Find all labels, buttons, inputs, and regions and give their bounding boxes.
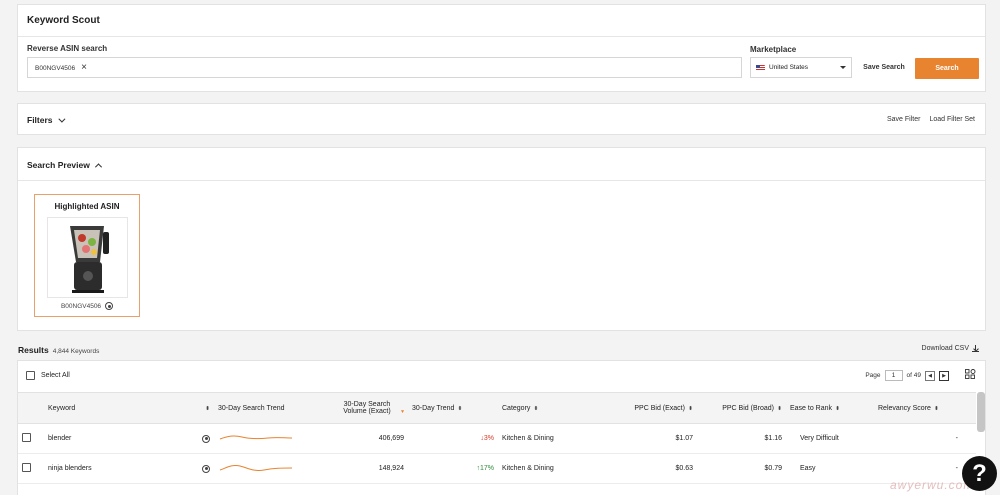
search-button[interactable]: Search xyxy=(915,58,979,79)
keyword-scout-panel: Keyword Scout Reverse ASIN search B00NGV… xyxy=(17,4,986,92)
marketplace-value: United States xyxy=(769,64,809,71)
chevron-down-icon xyxy=(57,115,65,123)
divider xyxy=(18,180,985,181)
sort-icon[interactable]: ⬍ xyxy=(688,405,693,411)
download-icon xyxy=(972,345,979,352)
col-search-volume[interactable]: 30-Day Search Volume (Exact) ▾ xyxy=(312,392,408,424)
filters-panel: Filters Save Filter Load Filter Set xyxy=(17,103,986,135)
marketplace-label: Marketplace xyxy=(750,45,797,54)
search-preview-panel: Search Preview Highlighted ASIN B00NGV45… xyxy=(17,147,986,331)
asin-chip-label: B00NGV4506 xyxy=(35,64,76,72)
results-header: Results 4,844 Keywords xyxy=(18,345,99,355)
ppc-exact-cell: $0.63 xyxy=(606,453,697,484)
blender-image xyxy=(70,226,109,293)
table-row[interactable]: ninja blenders 148,924 ↑17% Kitchen & Di… xyxy=(18,453,976,484)
divider xyxy=(18,36,985,37)
page-label: Page xyxy=(865,372,881,379)
trend-sparkline xyxy=(219,434,293,439)
user-icon xyxy=(105,302,114,310)
sort-icon[interactable]: ⬍ xyxy=(457,405,462,411)
sort-icon[interactable]: ⬍ xyxy=(835,405,840,411)
download-csv-label: Download CSV xyxy=(921,345,969,352)
save-search-button[interactable]: Save Search xyxy=(856,57,912,78)
watermark: awyerwu.com xyxy=(890,478,975,492)
row-checkbox[interactable] xyxy=(22,463,31,472)
select-all[interactable]: Select All xyxy=(26,371,70,380)
marketplace-select[interactable]: United States xyxy=(750,57,852,78)
scrollbar[interactable] xyxy=(977,392,985,432)
sort-icon[interactable]: ⬍ xyxy=(533,405,538,411)
col-relevancy[interactable]: Relevancy Score ⬍ xyxy=(874,392,976,424)
highlighted-asin-id: B00NGV4506 xyxy=(60,302,102,310)
filters-title: Filters xyxy=(27,115,53,125)
user-icon xyxy=(202,464,210,473)
column-settings-icon[interactable] xyxy=(965,369,976,380)
col-ppc-broad[interactable]: PPC Bid (Broad) ⬍ xyxy=(697,392,786,424)
page-total: of 49 xyxy=(906,372,921,379)
sort-icon[interactable]: ⬍ xyxy=(934,405,939,411)
ppc-broad-cell: $1.16 xyxy=(697,423,786,454)
select-all-label: Select All xyxy=(41,372,70,379)
remove-chip-icon[interactable]: × xyxy=(81,63,87,73)
sort-icon[interactable]: ⬍ xyxy=(205,405,210,411)
ease-cell: Very Difficult xyxy=(786,423,874,454)
load-filter-set-button[interactable]: Load Filter Set xyxy=(929,116,975,123)
ppc-broad-cell: $0.79 xyxy=(697,453,786,484)
sort-desc-icon[interactable]: ▾ xyxy=(401,408,404,414)
search-preview-title: Search Preview xyxy=(27,160,90,170)
search-preview-toggle[interactable]: Search Preview xyxy=(27,160,102,170)
help-button[interactable]: ? xyxy=(962,456,997,491)
col-keyword[interactable]: Keyword ⬍ xyxy=(44,392,214,424)
col-search-trend: 30-Day Search Trend xyxy=(214,392,312,424)
reverse-asin-label: Reverse ASIN search xyxy=(27,44,108,53)
col-category[interactable]: Category ⬍ xyxy=(498,392,606,424)
trend-sparkline xyxy=(219,464,293,471)
keyword-cell[interactable]: ninja blenders xyxy=(48,465,92,472)
results-table-panel: Select All Page 1 of 49 ◀ ▶ Keyword ⬍ 30-… xyxy=(17,360,986,495)
row-checkbox[interactable] xyxy=(22,433,31,442)
volume-cell: 406,699 xyxy=(312,423,408,454)
table-row[interactable]: blender 406,699 ↓3% Kitchen & Dining $1.… xyxy=(18,423,976,454)
select-all-checkbox[interactable] xyxy=(26,371,35,380)
results-table: Keyword ⬍ 30-Day Search Trend 30-Day Sear… xyxy=(18,392,976,484)
category-cell: Kitchen & Dining xyxy=(498,423,606,454)
sort-icon[interactable]: ⬍ xyxy=(777,405,782,411)
product-image xyxy=(47,217,128,298)
relevancy-cell: - xyxy=(874,423,976,454)
trend-cell: ↑17% xyxy=(408,453,498,484)
highlighted-asin-title: Highlighted ASIN xyxy=(54,202,120,211)
filters-toggle[interactable]: Filters xyxy=(27,115,65,125)
chevron-up-icon xyxy=(94,162,102,170)
ppc-exact-cell: $1.07 xyxy=(606,423,697,454)
download-csv-button[interactable]: Download CSV xyxy=(922,345,979,352)
next-page-button[interactable]: ▶ xyxy=(939,370,949,381)
user-icon xyxy=(202,434,210,443)
prev-page-button[interactable]: ◀ xyxy=(925,370,935,381)
asin-chip: B00NGV4506 × xyxy=(32,62,90,74)
keyword-cell[interactable]: blender xyxy=(48,435,71,442)
volume-cell: 148,924 xyxy=(312,453,408,484)
chevron-down-icon xyxy=(840,66,846,69)
category-cell: Kitchen & Dining xyxy=(498,453,606,484)
trend-cell: ↓3% xyxy=(408,423,498,454)
page-input[interactable]: 1 xyxy=(884,370,903,381)
col-30-day-trend[interactable]: 30-Day Trend ⬍ xyxy=(408,392,498,424)
ease-cell: Easy xyxy=(786,453,874,484)
results-title: Results xyxy=(18,345,49,355)
col-ppc-exact[interactable]: PPC Bid (Exact) ⬍ xyxy=(606,392,697,424)
asin-search-input[interactable]: B00NGV4506 × xyxy=(27,57,742,78)
table-header-row: Keyword ⬍ 30-Day Search Trend 30-Day Sear… xyxy=(18,392,976,424)
save-filter-button[interactable]: Save Filter xyxy=(887,116,920,123)
page-title: Keyword Scout xyxy=(27,15,100,26)
col-ease-to-rank[interactable]: Ease to Rank ⬍ xyxy=(786,392,874,424)
pagination: Page 1 of 49 ◀ ▶ xyxy=(865,370,949,381)
highlighted-asin-card[interactable]: Highlighted ASIN B00NGV4506 xyxy=(34,194,140,317)
us-flag-icon xyxy=(756,64,765,71)
results-count: 4,844 Keywords xyxy=(52,348,100,355)
